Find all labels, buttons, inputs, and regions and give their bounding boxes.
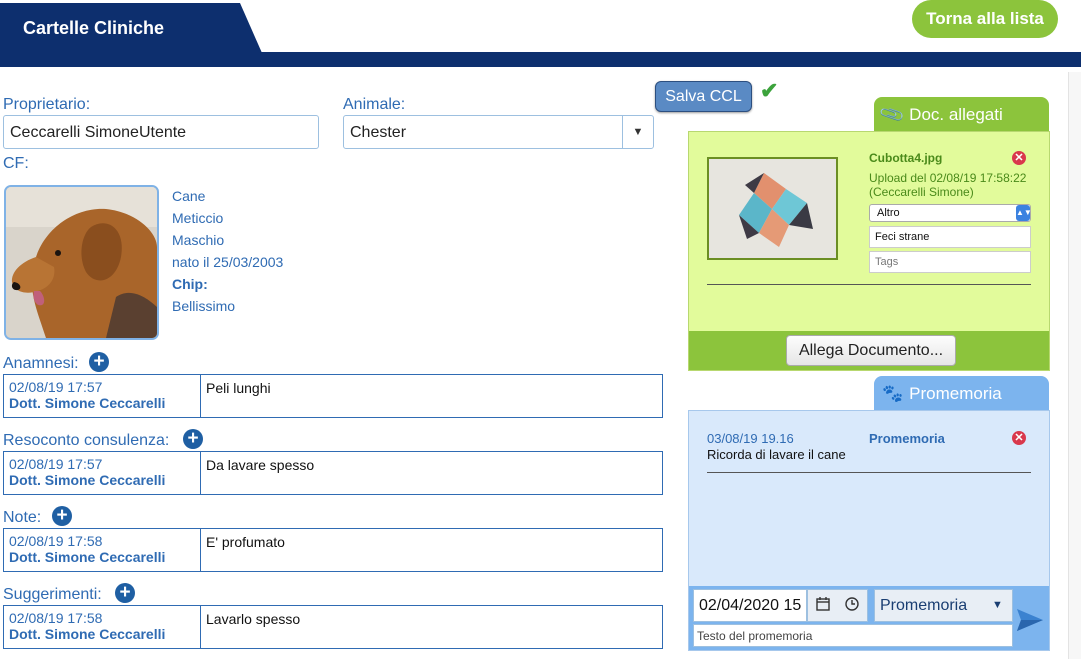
pet-breed: Meticcio [172,210,224,226]
table-row: 02/08/19 17:58 Dott. Simone Ceccarelli E'… [3,528,663,572]
entry-text: Peli lunghi [206,380,271,396]
divider [707,472,1031,473]
animal-select[interactable]: Chester [343,115,654,149]
save-button[interactable]: Salva CCL [655,81,752,112]
add-resoconto-icon[interactable]: + [183,429,203,449]
chevron-updown-icon[interactable]: ▲▼ [1016,205,1032,221]
cf-label: CF: [3,155,29,172]
header-bar [0,52,1081,67]
entry-author: Dott. Simone Ceccarelli [9,549,166,565]
document-thumbnail[interactable] [707,157,838,260]
paperclip-icon: 📎 [878,101,907,129]
clock-icon[interactable] [845,597,859,614]
entry-date: 02/08/19 17:57 [9,379,103,395]
back-to-list-button[interactable]: Torna alla lista [912,0,1058,38]
reminder-date-input[interactable]: 02/04/2020 15 [693,589,807,622]
pet-sex: Maschio [172,232,225,248]
section-label-note: Note: [3,509,42,526]
reminder-text: Ricorda di lavare il cane [707,447,846,462]
document-tags-input[interactable]: Tags [869,251,1031,273]
entry-text: Da lavare spesso [206,457,315,473]
divider [707,284,1031,285]
pet-photo [4,185,159,340]
entry-author: Dott. Simone Ceccarelli [9,395,166,411]
add-note-icon[interactable]: + [52,506,72,526]
delete-reminder-icon[interactable]: ✕ [1012,431,1026,445]
table-row: 02/08/19 17:57 Dott. Simone Ceccarelli Pe… [3,374,663,418]
pet-birth: nato il 25/03/2003 [172,254,284,270]
entry-text: E' profumato [206,534,285,550]
add-suggerimenti-icon[interactable]: + [115,583,135,603]
owner-label: Proprietario: [3,96,91,113]
checkmark-icon: ✔ [760,78,779,103]
add-anamnesi-icon[interactable]: + [89,352,109,372]
entry-meta: 02/08/19 17:57 Dott. Simone Ceccarelli [4,452,201,494]
tab-documents[interactable]: 📎 Doc. allegati [874,97,1049,132]
animal-label: Animale: [343,96,406,113]
paw-icon: 🐾 [882,384,904,403]
section-label-resoconto: Resoconto consulenza: [3,432,170,449]
table-row: 02/08/19 17:58 Dott. Simone Ceccarelli La… [3,605,663,649]
entry-text: Lavarlo spesso [206,611,301,627]
tab-reminders-label: Promemoria [909,384,1002,403]
entry-date: 02/08/19 17:58 [9,610,103,626]
entry-date: 02/08/19 17:57 [9,456,103,472]
date-picker-buttons [807,589,868,622]
table-row: 02/08/19 17:57 Dott. Simone Ceccarelli Da… [3,451,663,495]
tab-documents-label: Doc. allegati [909,105,1003,124]
send-icon[interactable] [1016,606,1044,639]
calendar-icon[interactable] [816,597,830,614]
reminder-type: Promemoria [869,431,945,446]
entry-author: Dott. Simone Ceccarelli [9,472,166,488]
section-label-anamnesi: Anamnesi: [3,355,79,372]
reminder-text-input[interactable]: Testo del promemoria [693,624,1013,647]
chevron-down-icon[interactable]: ▼ [992,599,1003,611]
document-type-select[interactable]: Altro [869,204,1031,222]
document-upload-info: Upload del 02/08/19 17:58:22 (Ceccarelli… [869,171,1027,199]
scrollbar[interactable] [1068,72,1081,659]
entry-author: Dott. Simone Ceccarelli [9,626,166,642]
owner-field[interactable]: Ceccarelli SimoneUtente [3,115,319,149]
entry-meta: 02/08/19 17:57 Dott. Simone Ceccarelli [4,375,201,417]
entry-meta: 02/08/19 17:58 Dott. Simone Ceccarelli [4,529,201,571]
entry-date: 02/08/19 17:58 [9,533,103,549]
chevron-down-icon[interactable]: ▼ [622,116,653,148]
reminder-date: 03/08/19 19.16 [707,431,794,446]
pet-species: Cane [172,188,206,204]
document-description-input[interactable]: Feci strane [869,226,1031,248]
document-filename[interactable]: Cubotta4.jpg [869,151,942,165]
section-label-suggerimenti: Suggerimenti: [3,586,102,603]
pet-chip-label: Chip: [172,276,208,292]
page-title: Cartelle Cliniche [0,3,262,53]
tab-reminders[interactable]: 🐾 Promemoria [874,376,1049,411]
delete-document-icon[interactable]: ✕ [1012,151,1026,165]
entry-meta: 02/08/19 17:58 Dott. Simone Ceccarelli [4,606,201,648]
attach-document-button[interactable]: Allega Documento... [786,335,956,366]
pet-notes: Bellissimo [172,298,236,314]
